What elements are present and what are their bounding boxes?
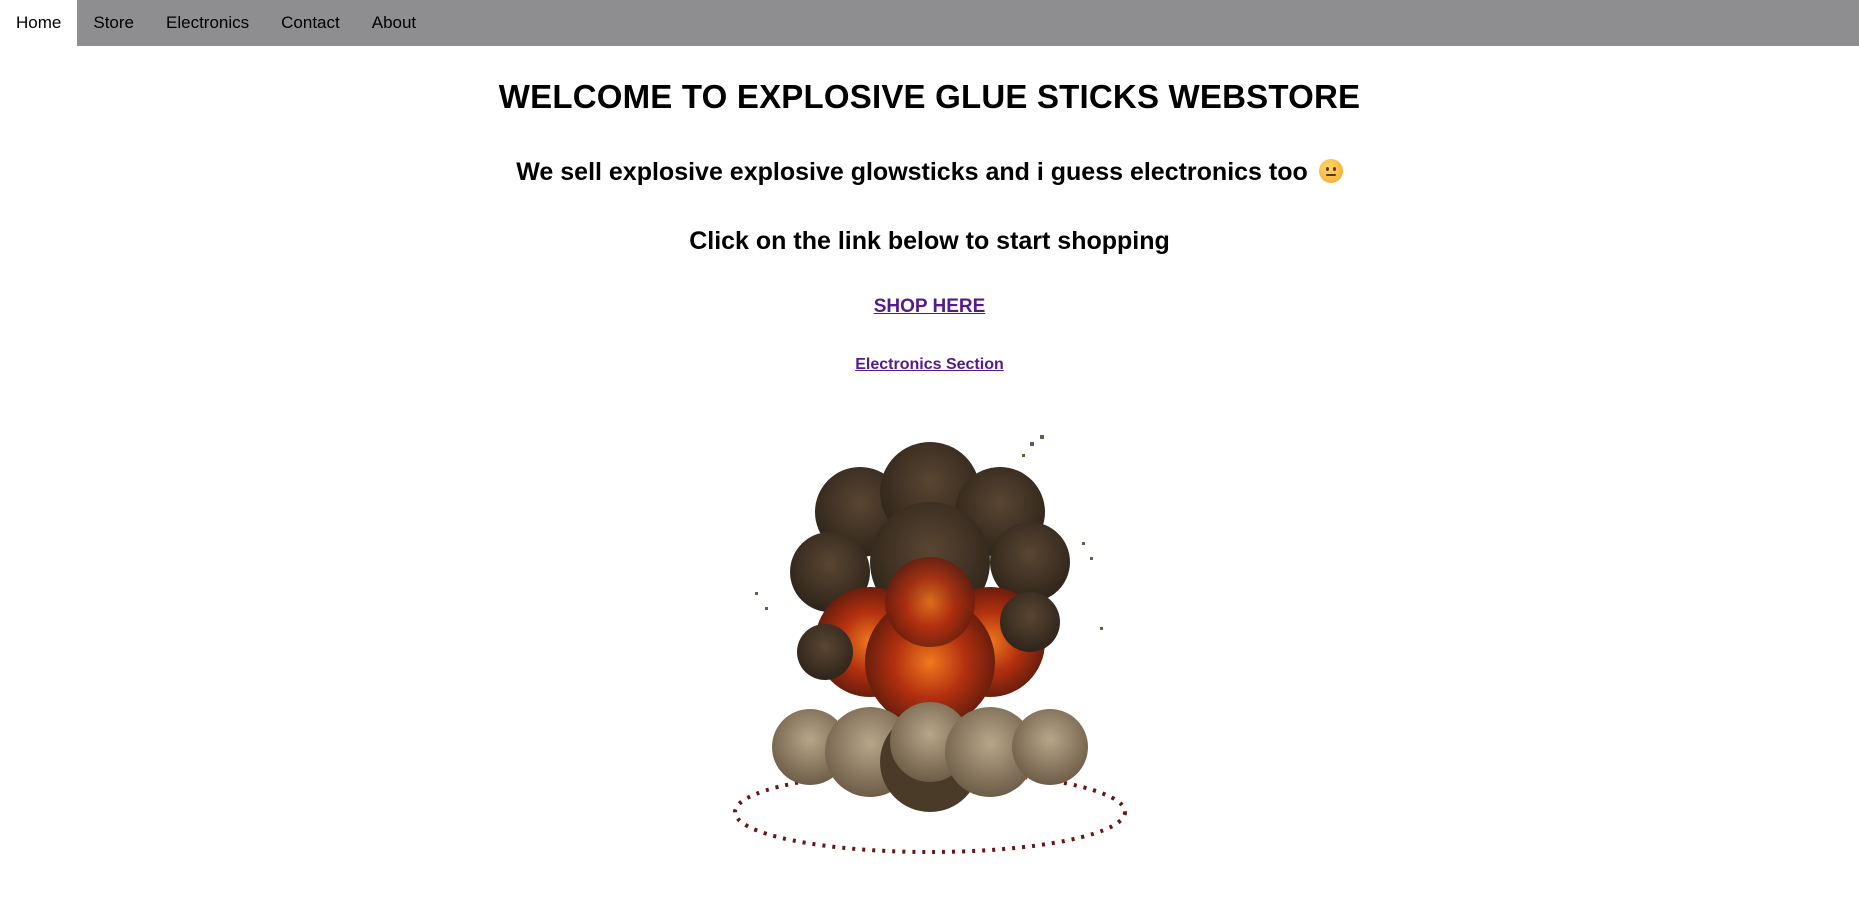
pixel-explosion-image [732, 435, 1127, 854]
shopping-prompt: Click on the link below to start shoppin… [689, 227, 1170, 255]
nav-contact[interactable]: Contact [265, 0, 356, 46]
page-title: WELCOME TO EXPLOSIVE GLUE STICKS WEBSTOR… [498, 78, 1361, 115]
main-content: WELCOME TO EXPLOSIVE GLUE STICKS WEBSTOR… [0, 46, 1859, 862]
nav-store[interactable]: Store [77, 0, 150, 46]
subtitle-text: We sell explosive explosive glowsticks a… [516, 158, 1308, 186]
shop-here-link[interactable]: SHOP HERE [874, 296, 986, 318]
top-navbar: Home Store Electronics Contact About [0, 0, 1859, 46]
neutral-face-emoji-icon [1318, 159, 1343, 183]
electronics-section-link[interactable]: Electronics Section [855, 356, 1004, 374]
nav-electronics[interactable]: Electronics [150, 0, 265, 46]
page-subtitle: We sell explosive explosive glowsticks a… [0, 116, 1859, 187]
explosion-image-container [0, 432, 1859, 862]
nav-home[interactable]: Home [0, 0, 78, 46]
nav-about[interactable]: About [356, 0, 432, 46]
